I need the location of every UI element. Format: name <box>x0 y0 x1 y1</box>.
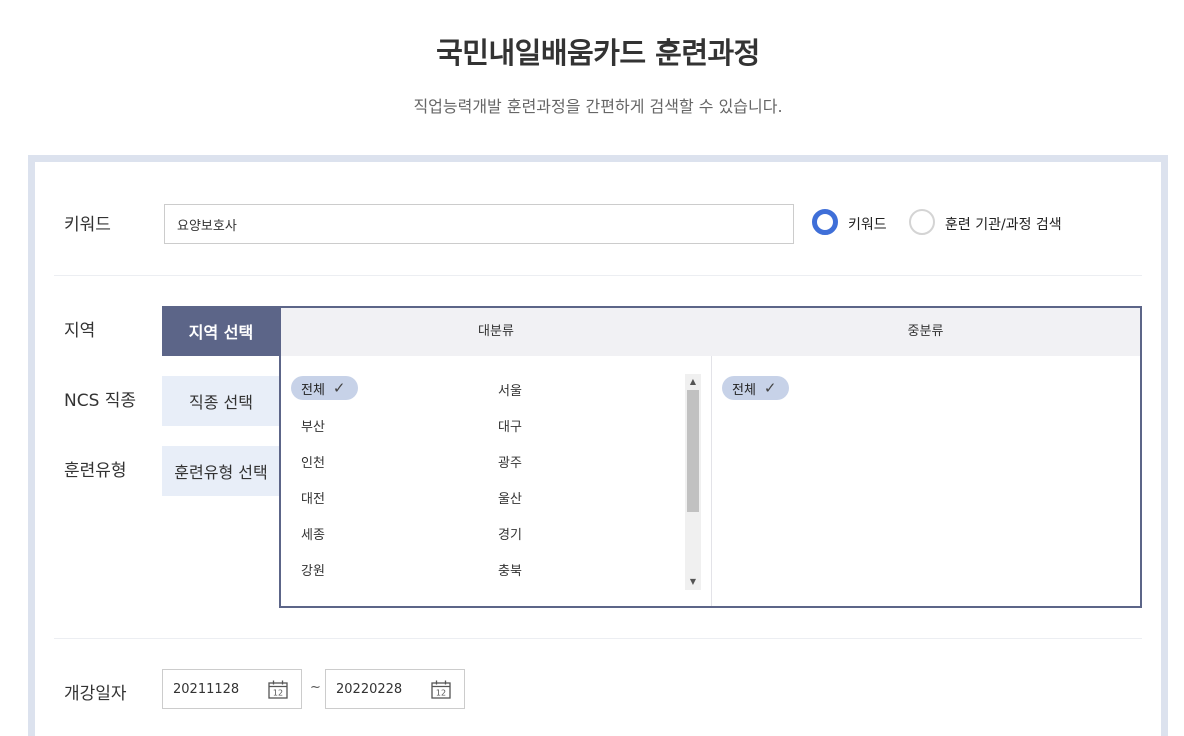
major-category-header: 대분류 <box>478 324 514 339</box>
major-item[interactable]: 세종 <box>301 524 325 543</box>
start-date-field[interactable]: 20211128 12 <box>162 669 302 709</box>
major-item[interactable]: 서울 <box>498 380 522 399</box>
radio-institution-label[interactable]: 훈련 기관/과정 검색 <box>945 214 1062 234</box>
major-list-scrollbar[interactable]: ▲ ▼ <box>685 374 701 590</box>
major-item[interactable]: 부산 <box>301 416 325 435</box>
tab-training-type-select[interactable]: 훈련유형 선택 <box>162 446 280 496</box>
svg-text:12: 12 <box>436 689 446 698</box>
date-range-separator: ~ <box>310 680 321 695</box>
divider <box>54 638 1142 639</box>
major-item[interactable]: 충북 <box>498 560 522 579</box>
scroll-up-icon[interactable]: ▲ <box>685 376 701 388</box>
start-date-label: 개강일자 <box>64 684 127 704</box>
check-icon: ✓ <box>763 379 777 397</box>
training-type-label: 훈련유형 <box>64 461 127 481</box>
scroll-down-icon[interactable]: ▼ <box>685 576 701 588</box>
check-icon: ✓ <box>332 379 346 397</box>
major-item[interactable]: 울산 <box>498 488 522 507</box>
minor-item-selected[interactable]: 전체 ✓ <box>722 376 789 400</box>
scrollbar-thumb[interactable] <box>687 390 699 512</box>
page-title: 국민내일배움카드 훈련과정 <box>436 36 760 70</box>
column-divider <box>711 356 712 606</box>
start-date-value: 20211128 <box>173 681 240 697</box>
major-item[interactable]: 인천 <box>301 452 325 471</box>
minor-item-label: 전체 <box>732 382 756 398</box>
radio-institution[interactable] <box>909 209 935 235</box>
region-box-header: 대분류 중분류 <box>281 308 1140 356</box>
major-item[interactable]: 강원 <box>301 560 325 579</box>
major-item-label: 전체 <box>301 382 325 398</box>
end-date-field[interactable]: 20220228 12 <box>325 669 465 709</box>
calendar-icon[interactable]: 12 <box>268 680 288 699</box>
region-select-box: 대분류 중분류 전체 ✓ 서울 부산 대구 인천 광주 대전 울산 세종 경기 … <box>279 306 1142 608</box>
keyword-label: 키워드 <box>64 215 111 235</box>
calendar-icon[interactable]: 12 <box>431 680 451 699</box>
tab-ncs-select[interactable]: 직종 선택 <box>162 376 280 426</box>
radio-keyword-label[interactable]: 키워드 <box>848 214 887 234</box>
minor-category-header: 중분류 <box>907 324 944 339</box>
divider <box>54 275 1142 276</box>
radio-keyword[interactable] <box>812 209 838 235</box>
region-label: 지역 <box>64 321 96 341</box>
svg-text:12: 12 <box>273 689 283 698</box>
major-item[interactable]: 대전 <box>301 488 325 507</box>
major-item[interactable]: 경기 <box>498 524 522 543</box>
major-item[interactable]: 대구 <box>498 416 522 435</box>
end-date-value: 20220228 <box>336 681 403 697</box>
keyword-input[interactable] <box>164 204 794 244</box>
page-subtitle: 직업능력개발 훈련과정을 간편하게 검색할 수 있습니다. <box>413 97 783 116</box>
major-item[interactable]: 광주 <box>498 452 522 471</box>
major-item-selected[interactable]: 전체 ✓ <box>291 376 358 400</box>
ncs-label: NCS 직종 <box>64 391 137 411</box>
tab-region-select[interactable]: 지역 선택 <box>162 306 280 356</box>
